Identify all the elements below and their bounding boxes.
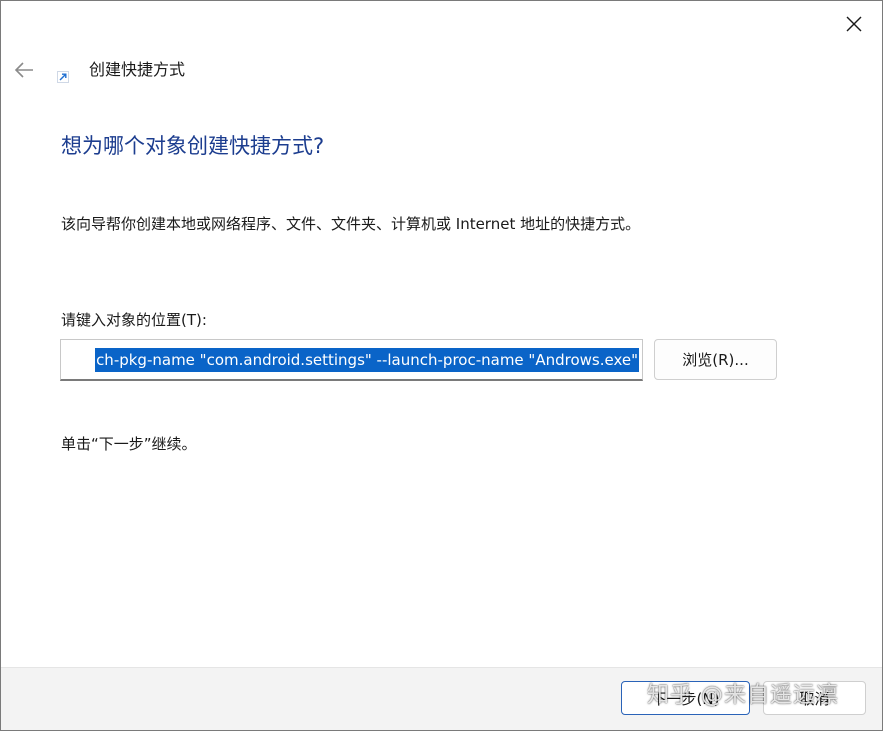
shortcut-arrow-icon	[57, 71, 69, 83]
cancel-button[interactable]: 取消	[763, 681, 866, 715]
next-button[interactable]: 下一步(N)	[621, 681, 750, 715]
location-input-value: ch-pkg-name "com.android.settings" --lau…	[95, 347, 639, 372]
continue-hint: 单击“下一步”继续。	[61, 435, 197, 453]
wizard-description: 该向导帮你创建本地或网络程序、文件、文件夹、计算机或 Internet 地址的快…	[61, 215, 641, 233]
arrow-left-icon	[14, 62, 33, 78]
browse-button[interactable]: 浏览(R)...	[654, 339, 777, 380]
location-input[interactable]: ch-pkg-name "com.android.settings" --lau…	[60, 339, 643, 381]
window-title: 创建快捷方式	[89, 60, 186, 79]
close-icon	[846, 16, 862, 32]
close-button[interactable]	[836, 9, 872, 39]
page-heading: 想为哪个对象创建快捷方式?	[61, 134, 325, 158]
create-shortcut-dialog: 创建快捷方式 想为哪个对象创建快捷方式? 该向导帮你创建本地或网络程序、文件、文…	[0, 0, 883, 731]
back-button[interactable]	[9, 55, 39, 85]
location-label: 请键入对象的位置(T):	[61, 311, 207, 329]
